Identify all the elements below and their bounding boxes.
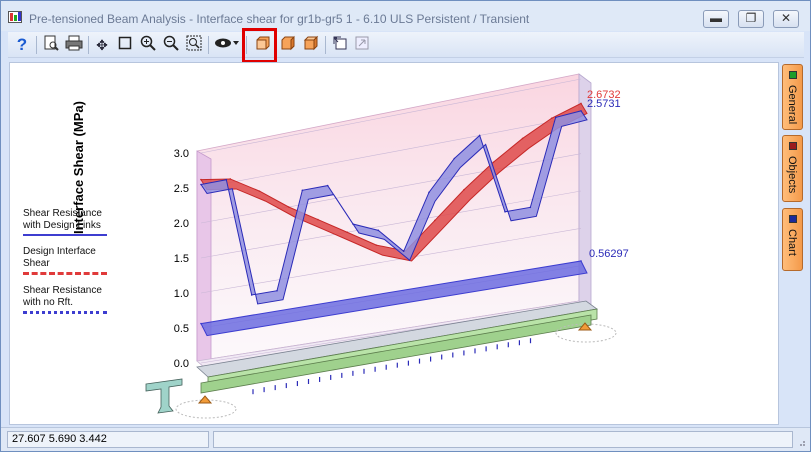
view-side-icon[interactable] — [278, 35, 298, 55]
title-bar: Pre-tensioned Beam Analysis - Interface … — [1, 1, 810, 31]
restore-button[interactable]: ❐ — [738, 10, 764, 28]
close-button[interactable]: ✕ — [773, 10, 799, 28]
window-title: Pre-tensioned Beam Analysis - Interface … — [29, 12, 530, 26]
tab-general[interactable]: General — [782, 64, 803, 130]
zoom-in-icon[interactable] — [138, 35, 158, 55]
legend-item-design-interface-shear: Design Interface Shear — [23, 246, 107, 275]
legend-line-dotted — [23, 311, 107, 314]
objects-tab-marker — [789, 142, 797, 150]
view-icon[interactable] — [213, 35, 241, 55]
status-message — [213, 431, 793, 448]
legend-line-solid — [23, 234, 107, 236]
minimize-button[interactable]: ▬ — [703, 10, 729, 28]
chart-tab-marker — [789, 215, 797, 223]
annotation-resistance-links: 2.5731 — [587, 98, 621, 110]
general-tab-marker — [789, 71, 797, 79]
resize-grip-icon[interactable] — [796, 436, 806, 446]
print-preview-icon[interactable] — [41, 35, 61, 55]
app-icon — [8, 11, 22, 23]
restore-icon: ❐ — [745, 11, 757, 25]
app-window: Pre-tensioned Beam Analysis - Interface … — [0, 0, 811, 452]
close-icon: ✕ — [780, 11, 792, 25]
tab-objects[interactable]: Objects — [782, 135, 803, 202]
export-icon[interactable] — [352, 35, 372, 55]
chart-canvas — [9, 62, 779, 425]
legend-item-shear-resistance-no-rft: Shear Resistance with no Rft. — [23, 285, 107, 314]
zoom-extents-icon[interactable] — [184, 35, 204, 55]
help-icon[interactable]: ? — [12, 35, 32, 55]
tab-chart[interactable]: Chart — [782, 208, 803, 271]
status-bar: 27.607 5.690 3.442 — [1, 427, 810, 451]
highlight-box — [242, 28, 277, 63]
pan-icon[interactable]: ✥ — [92, 35, 112, 55]
copy-icon[interactable] — [330, 35, 350, 55]
select-box-icon[interactable] — [115, 35, 135, 55]
annotation-resistance-no-rft: 0.56297 — [589, 248, 629, 260]
legend-item-shear-resistance-links: Shear Resistance with Design Links — [23, 208, 107, 236]
toolbar: ? ✥ — [8, 32, 804, 58]
minimize-icon: ▬ — [710, 11, 722, 25]
zoom-out-icon[interactable] — [161, 35, 181, 55]
view-3d-icon[interactable] — [301, 35, 321, 55]
legend-line-dashed — [23, 272, 107, 275]
status-coordinates: 27.607 5.690 3.442 — [7, 431, 209, 448]
print-icon[interactable] — [64, 35, 84, 55]
